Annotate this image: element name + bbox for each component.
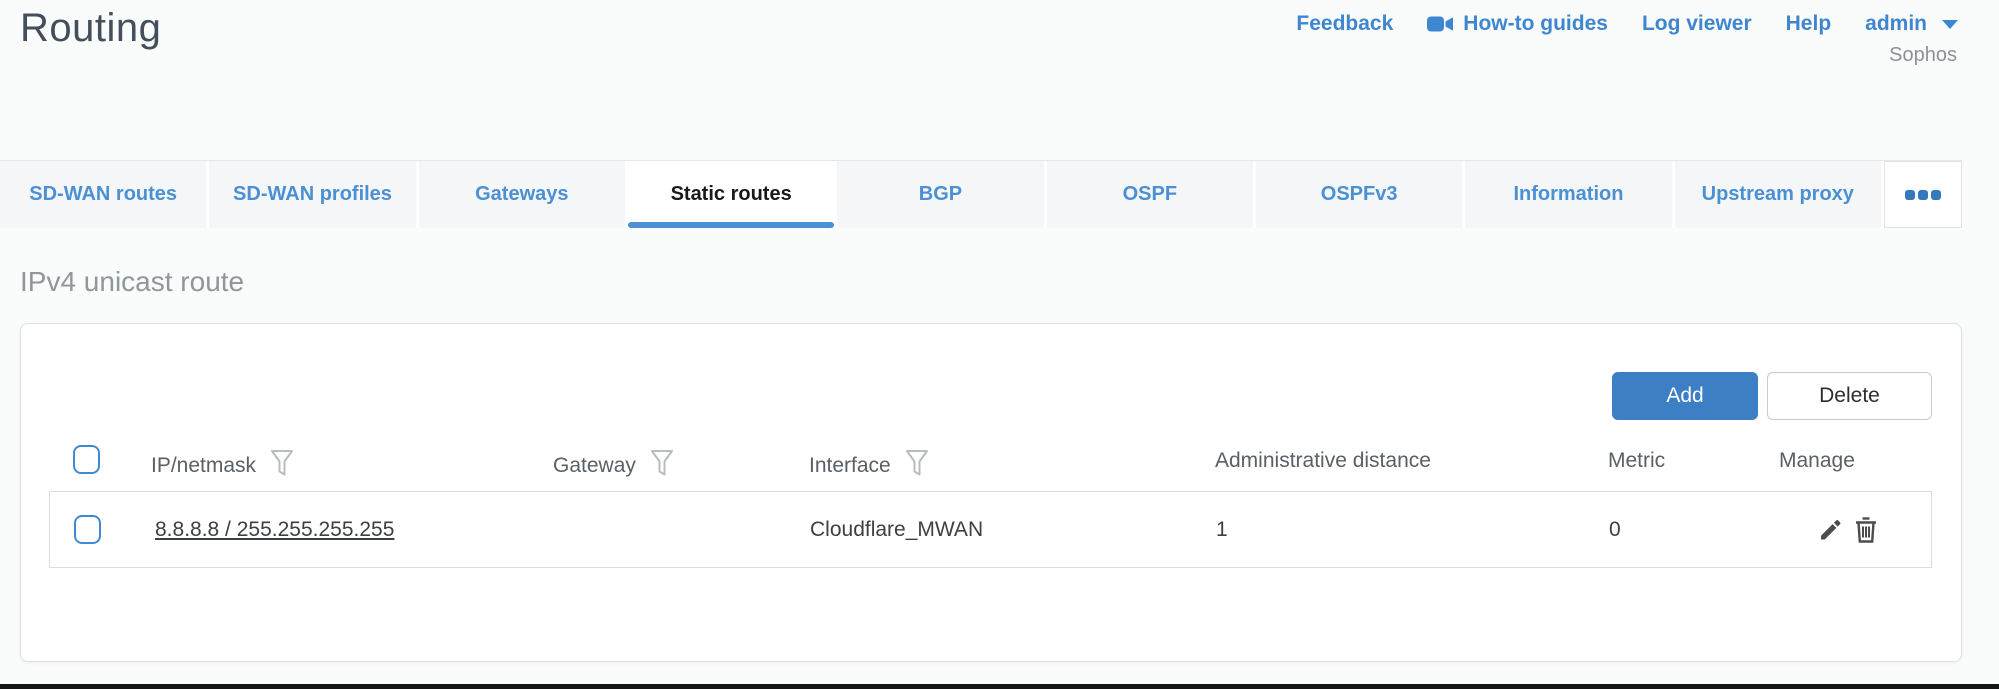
column-label: Gateway — [553, 454, 636, 478]
help-link[interactable]: Help — [1786, 12, 1832, 36]
tab-upstream-proxy[interactable]: Upstream proxy — [1675, 161, 1881, 228]
route-admin-distance-value: 1 — [1216, 518, 1228, 542]
static-routes-panel: Add Delete IP/netmask Gateway Interface … — [20, 323, 1962, 662]
select-all-checkbox[interactable] — [73, 445, 100, 474]
window-bottom-edge — [0, 684, 1999, 689]
panel-buttons: Add Delete — [1612, 372, 1932, 420]
user-menu[interactable]: admin — [1865, 12, 1958, 36]
more-tabs-icon — [1918, 190, 1928, 200]
filter-icon[interactable] — [905, 449, 929, 483]
more-tabs-icon — [1905, 190, 1915, 200]
tab-information[interactable]: Information — [1465, 161, 1671, 228]
section-heading: IPv4 unicast route — [20, 266, 244, 298]
howto-guides-link[interactable]: How-to guides — [1427, 12, 1608, 36]
more-tabs-icon — [1931, 190, 1941, 200]
table-header: IP/netmask Gateway Interface Administrat… — [21, 441, 1961, 485]
log-viewer-label: Log viewer — [1642, 12, 1752, 36]
log-viewer-link[interactable]: Log viewer — [1642, 12, 1752, 36]
help-label: Help — [1786, 12, 1832, 36]
column-label: Administrative distance — [1215, 449, 1431, 473]
top-navigation: Feedback How-to guides Log viewer Help a… — [1296, 12, 1958, 36]
delete-icon[interactable] — [1854, 516, 1878, 543]
column-label: Metric — [1608, 449, 1665, 473]
tab-bar: SD-WAN routes SD-WAN profiles Gateways S… — [0, 160, 1962, 228]
feedback-link[interactable]: Feedback — [1296, 12, 1393, 36]
route-metric-value: 0 — [1609, 518, 1621, 542]
column-header-interface: Interface — [809, 449, 929, 483]
tab-bgp[interactable]: BGP — [837, 161, 1043, 228]
org-name: Sophos — [1889, 44, 1957, 67]
add-button[interactable]: Add — [1612, 372, 1758, 420]
table-row: 8.8.8.8 / 255.255.255.255 Cloudflare_MWA… — [49, 491, 1932, 568]
route-ip-netmask-link[interactable]: 8.8.8.8 / 255.255.255.255 — [155, 518, 394, 542]
user-name: admin — [1865, 12, 1927, 36]
tab-sd-wan-profiles[interactable]: SD-WAN profiles — [209, 161, 415, 228]
video-camera-icon — [1427, 15, 1454, 33]
delete-button[interactable]: Delete — [1767, 372, 1932, 420]
filter-icon[interactable] — [270, 449, 294, 483]
column-header-admin-distance: Administrative distance — [1215, 449, 1431, 473]
chevron-down-icon — [1942, 20, 1958, 29]
tab-static-routes[interactable]: Static routes — [628, 161, 834, 228]
column-header-ip-netmask: IP/netmask — [151, 449, 294, 483]
filter-icon[interactable] — [650, 449, 674, 483]
column-header-gateway: Gateway — [553, 449, 674, 483]
tab-sd-wan-routes[interactable]: SD-WAN routes — [0, 161, 206, 228]
page-title: Routing — [20, 6, 161, 51]
column-label: IP/netmask — [151, 454, 256, 478]
tab-ospf[interactable]: OSPF — [1047, 161, 1253, 228]
column-label: Manage — [1779, 449, 1855, 473]
edit-icon[interactable] — [1818, 517, 1844, 543]
row-checkbox[interactable] — [74, 515, 101, 544]
route-interface-value: Cloudflare_MWAN — [810, 518, 983, 542]
manage-cell — [1818, 516, 1878, 543]
feedback-label: Feedback — [1296, 12, 1393, 36]
howto-guides-label: How-to guides — [1463, 12, 1608, 36]
tab-gateways[interactable]: Gateways — [419, 161, 625, 228]
tab-ospfv3[interactable]: OSPFv3 — [1256, 161, 1462, 228]
column-header-manage: Manage — [1779, 449, 1855, 473]
more-tabs-button[interactable] — [1884, 161, 1962, 228]
column-label: Interface — [809, 454, 891, 478]
column-header-metric: Metric — [1608, 449, 1665, 473]
